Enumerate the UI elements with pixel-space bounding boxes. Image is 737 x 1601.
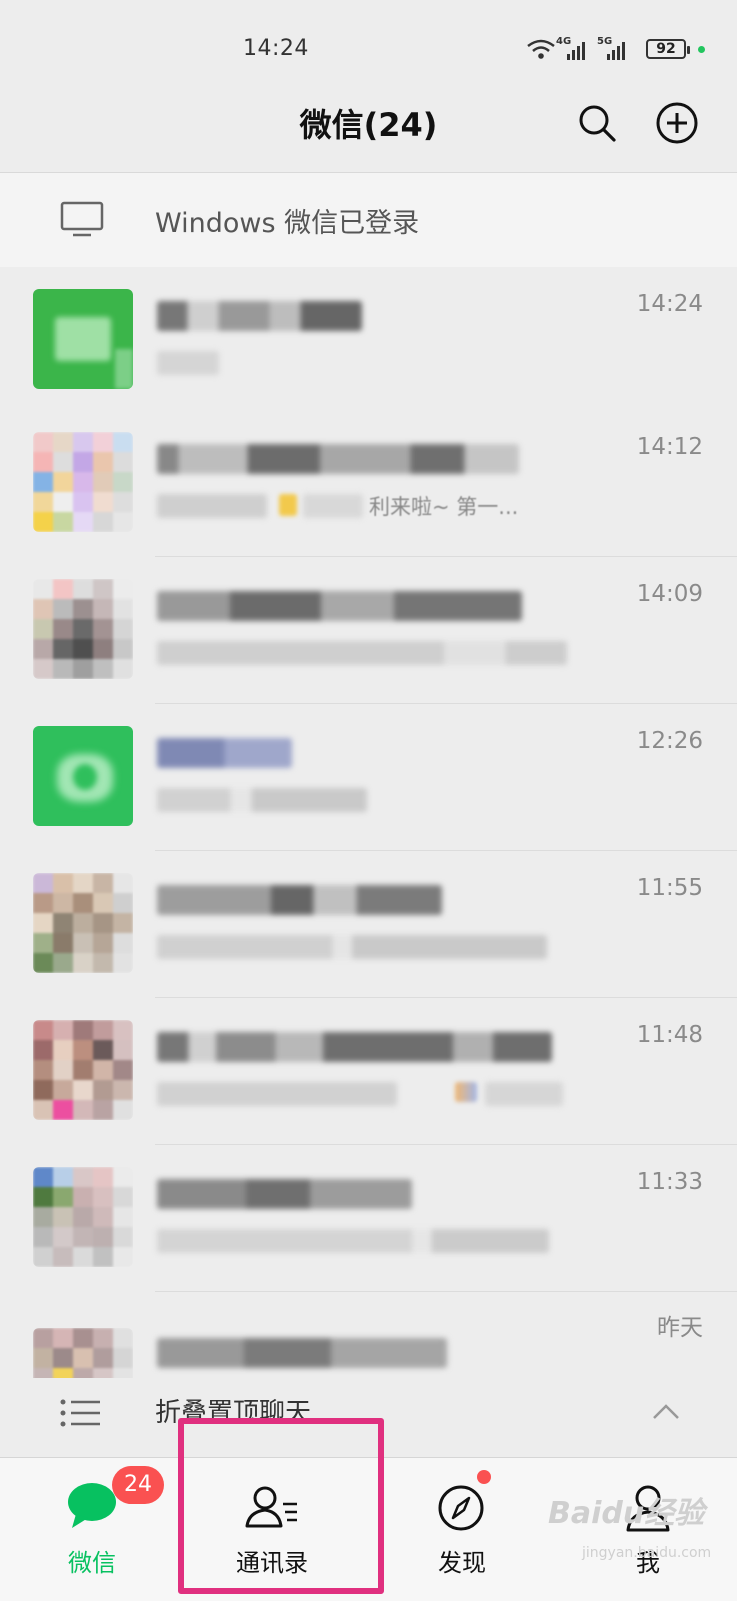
chat-preview: [157, 494, 267, 518]
status-bar: 14:24 4G 5G 92: [0, 0, 737, 95]
emoji-icon: [455, 1082, 477, 1102]
chat-time: 11:55: [636, 875, 703, 901]
compass-icon: [438, 1485, 484, 1531]
chat-time: 12:26: [636, 728, 703, 754]
chat-preview: [157, 1082, 397, 1106]
chat-row[interactable]: 11:48: [0, 998, 737, 1145]
chat-name: [157, 885, 442, 915]
chat-preview: [157, 351, 219, 375]
chat-row[interactable]: 11:33: [0, 1145, 737, 1292]
chat-row[interactable]: 14:09: [0, 557, 737, 704]
chat-preview: [157, 935, 547, 959]
chat-time: 14:09: [636, 581, 703, 607]
chat-avatar: [33, 432, 133, 532]
chat-preview: [303, 494, 363, 518]
chat-preview-text: 利来啦~ 第一...: [369, 495, 519, 519]
chat-time: 11:33: [636, 1169, 703, 1195]
signal-icon: [567, 42, 585, 60]
chat-time: 14:24: [636, 291, 703, 317]
signal-icon: [607, 42, 625, 60]
chat-avatar: [33, 289, 133, 389]
chat-name: [157, 738, 292, 768]
chat-name: [157, 591, 522, 621]
chat-preview: [157, 788, 367, 812]
tab-chats[interactable]: 24 微信: [12, 1458, 172, 1601]
chat-time: 11:48: [636, 1022, 703, 1048]
tab-label: 微信: [68, 1549, 116, 1577]
chat-name: [157, 1179, 412, 1209]
watermark-url: jingyan.baidu.com: [582, 1545, 712, 1561]
chat-preview: [157, 1229, 549, 1253]
chat-name: [157, 444, 519, 474]
emoji-icon: [279, 494, 297, 516]
chat-preview: [485, 1082, 563, 1106]
chat-avatar: [33, 1167, 133, 1267]
battery-indicator: 92: [646, 39, 690, 59]
unread-badge: 24: [112, 1466, 164, 1504]
search-icon: [579, 105, 616, 142]
search-button[interactable]: [575, 101, 619, 145]
chat-row[interactable]: 14:24: [0, 267, 737, 414]
chat-row[interactable]: 12:26: [0, 704, 737, 851]
add-button[interactable]: [655, 101, 699, 145]
wifi-icon: [527, 39, 555, 59]
chat-name: [157, 1032, 552, 1062]
chat-avatar: [33, 1328, 133, 1378]
tab-discover[interactable]: 发现: [382, 1458, 542, 1601]
chat-avatar: [33, 579, 133, 679]
status-time: 14:24: [243, 36, 309, 61]
chat-time: 14:12: [636, 434, 703, 460]
page-title: 微信(24): [299, 106, 438, 144]
tab-label: 发现: [438, 1549, 486, 1577]
windows-login-banner[interactable]: Windows 微信已登录: [0, 172, 737, 268]
watermark: Baidu经验: [548, 1496, 705, 1531]
notification-dot: [477, 1470, 491, 1484]
chat-time: 昨天: [657, 1315, 703, 1341]
highlight-annotation: [178, 1418, 384, 1594]
monitor-icon: [60, 201, 104, 237]
chat-avatar: [33, 873, 133, 973]
plus-circle-icon: [656, 102, 698, 144]
chat-row[interactable]: 11:55: [0, 851, 737, 998]
chat-name: [157, 1338, 447, 1368]
list-icon: [60, 1399, 100, 1427]
status-dot: [698, 46, 705, 53]
chevron-up-icon: [653, 1404, 679, 1419]
chat-row[interactable]: 昨天: [0, 1292, 737, 1378]
chat-row[interactable]: 利来啦~ 第一... 14:12: [0, 410, 737, 557]
chat-name: [157, 301, 362, 331]
chat-preview: [157, 641, 567, 665]
chat-avatar: [33, 726, 133, 826]
chat-avatar: [33, 1020, 133, 1120]
banner-text: Windows 微信已登录: [155, 208, 420, 239]
